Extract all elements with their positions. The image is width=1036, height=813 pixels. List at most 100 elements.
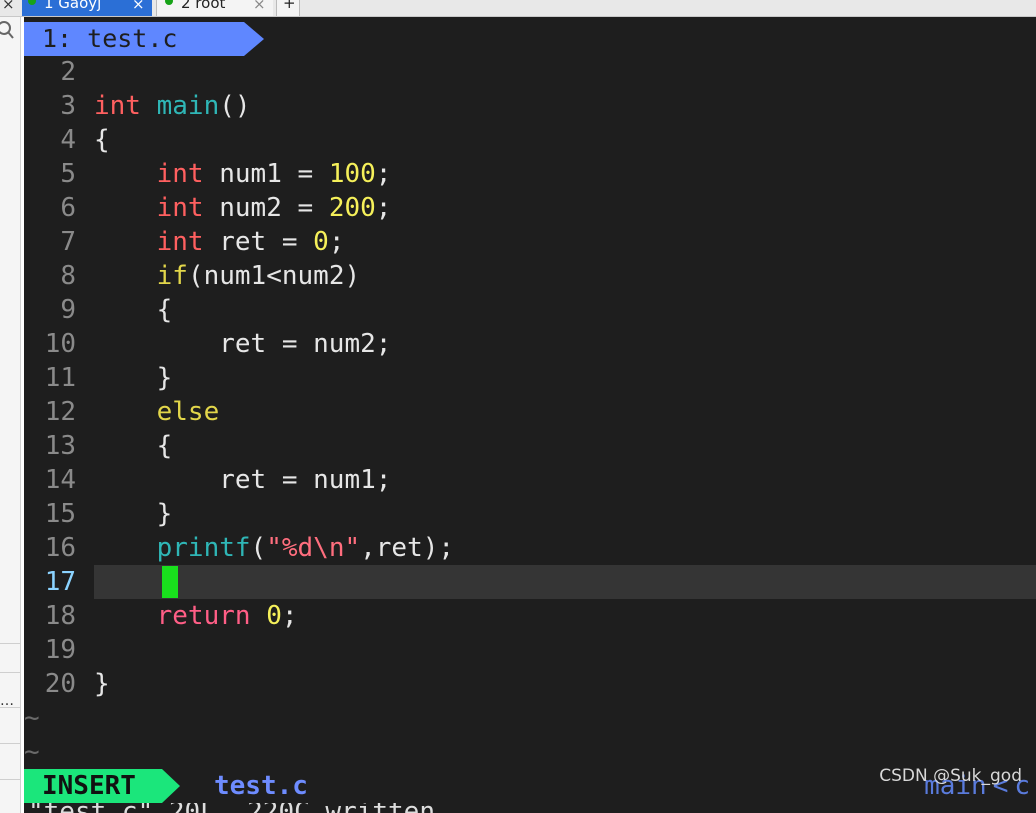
watermark: CSDN @Suk_god [879, 766, 1022, 786]
line-number: 16 [44, 533, 76, 563]
code-line[interactable]: 15 } [24, 497, 1036, 531]
tab-label: 2 root [181, 0, 226, 12]
code-line[interactable]: 20} [24, 667, 1036, 701]
code-line[interactable]: 16 printf("%d\n",ret); [24, 531, 1036, 565]
tab-close-icon[interactable]: × [132, 0, 145, 13]
code-token: ,ret); [360, 533, 455, 563]
code-token: 200 [328, 193, 376, 223]
cursor-line-highlight [94, 565, 1036, 599]
code-token: () [219, 91, 251, 121]
line-number: 2 [60, 57, 76, 87]
code-token: main [156, 91, 220, 121]
code-token: { [94, 125, 110, 155]
empty-line-tilde: ~ [24, 703, 40, 733]
tab-close-icon[interactable]: × [253, 0, 266, 13]
code-token: ret = num2; [94, 329, 392, 359]
code-token: 0 [266, 601, 282, 631]
code-line[interactable]: 4{ [24, 123, 1036, 157]
message-line: "test.c" 20L, 220C written [24, 803, 1036, 813]
code-line[interactable]: 8 if(num1<num2) [24, 259, 1036, 293]
add-tab-button[interactable]: + [276, 0, 300, 16]
empty-line-tilde: ~ [24, 737, 40, 767]
code-line[interactable]: 5 int num1 = 100; [24, 157, 1036, 191]
more-icon[interactable]: … [0, 693, 14, 709]
line-number: 9 [60, 295, 76, 325]
line-number: 10 [44, 329, 76, 359]
code-token: } [94, 499, 173, 529]
code-text: ret = num2; [94, 327, 391, 361]
code-token: int [156, 159, 204, 189]
code-token: if [156, 261, 188, 291]
line-number: 14 [44, 465, 76, 495]
code-line[interactable]: 9 { [24, 293, 1036, 327]
code-token: ( [250, 533, 267, 563]
line-number: 17 [44, 567, 76, 597]
code-token: 0 [313, 227, 329, 257]
code-line[interactable]: 17 [24, 565, 1036, 599]
line-number: 4 [60, 125, 76, 155]
line-number: 5 [60, 159, 76, 189]
code-token: ret = [203, 227, 314, 257]
code-token: ; [375, 159, 392, 189]
code-text: } [94, 497, 173, 531]
code-line[interactable]: 18 return 0; [24, 599, 1036, 633]
code-text: ret = num1; [94, 463, 391, 497]
close-icon[interactable]: × [2, 0, 15, 13]
divider [0, 779, 20, 780]
code-text: int num1 = 100; [94, 157, 392, 191]
search-icon[interactable] [0, 19, 14, 41]
code-token: } [94, 669, 110, 699]
text-cursor [162, 566, 178, 598]
code-line[interactable]: 13 { [24, 429, 1036, 463]
code-line[interactable]: 10 ret = num2; [24, 327, 1036, 361]
code-token: ; [281, 601, 298, 631]
connection-status-icon [165, 0, 173, 5]
code-text: int num2 = 200; [94, 191, 392, 225]
code-token: } [94, 363, 173, 393]
tab-root[interactable]: 2 root × [156, 0, 273, 16]
code-text: } [94, 361, 173, 395]
code-line[interactable]: 11 } [24, 361, 1036, 395]
code-token: return [156, 601, 251, 631]
code-line[interactable]: 12 else [24, 395, 1036, 429]
line-number: 6 [60, 193, 76, 223]
vim-terminal[interactable]: 1: test.c 2 3 int main() 4{5 int num1 = 100… [24, 17, 1036, 813]
code-text: return 0; [94, 599, 298, 633]
code-token: { [94, 295, 173, 325]
line-number: 13 [44, 431, 76, 461]
buffer-tabline: 1: test.c [24, 22, 264, 56]
divider [0, 643, 20, 644]
line-number: 8 [60, 261, 76, 291]
code-token: int [156, 227, 204, 257]
tab-gaoyj[interactable]: 1 Gaoyj × [22, 0, 152, 16]
tab-label: 1 Gaoyj [44, 0, 102, 12]
line-number: 19 [44, 635, 76, 665]
line-number: 20 [44, 669, 76, 699]
buffer-tab-test-c[interactable]: 1: test.c [24, 22, 264, 56]
code-line[interactable]: 3 int main() [24, 89, 1036, 123]
code-text: if(num1<num2) [94, 259, 361, 293]
code-line[interactable]: 2 [24, 55, 1036, 89]
divider [0, 672, 20, 673]
code-text: { [94, 293, 173, 327]
line-number: 7 [60, 227, 76, 257]
code-text: int ret = 0; [94, 225, 345, 259]
terminal-tab-bar: × 1 Gaoyj × 2 root × + [0, 0, 1036, 17]
code-token: printf [156, 533, 251, 563]
code-line[interactable]: 14 ret = num1; [24, 463, 1036, 497]
line-number: 3 [60, 91, 76, 121]
code-text: int main() [94, 89, 251, 123]
code-token: ; [375, 193, 392, 223]
connection-status-icon [28, 0, 36, 5]
code-line[interactable]: 6 int num2 = 200; [24, 191, 1036, 225]
line-number: 12 [44, 397, 76, 427]
code-line[interactable]: 19 [24, 633, 1036, 667]
code-line[interactable]: 7 int ret = 0; [24, 225, 1036, 259]
code-text: printf("%d\n",ret); [94, 531, 454, 565]
code-token: { [94, 431, 173, 461]
